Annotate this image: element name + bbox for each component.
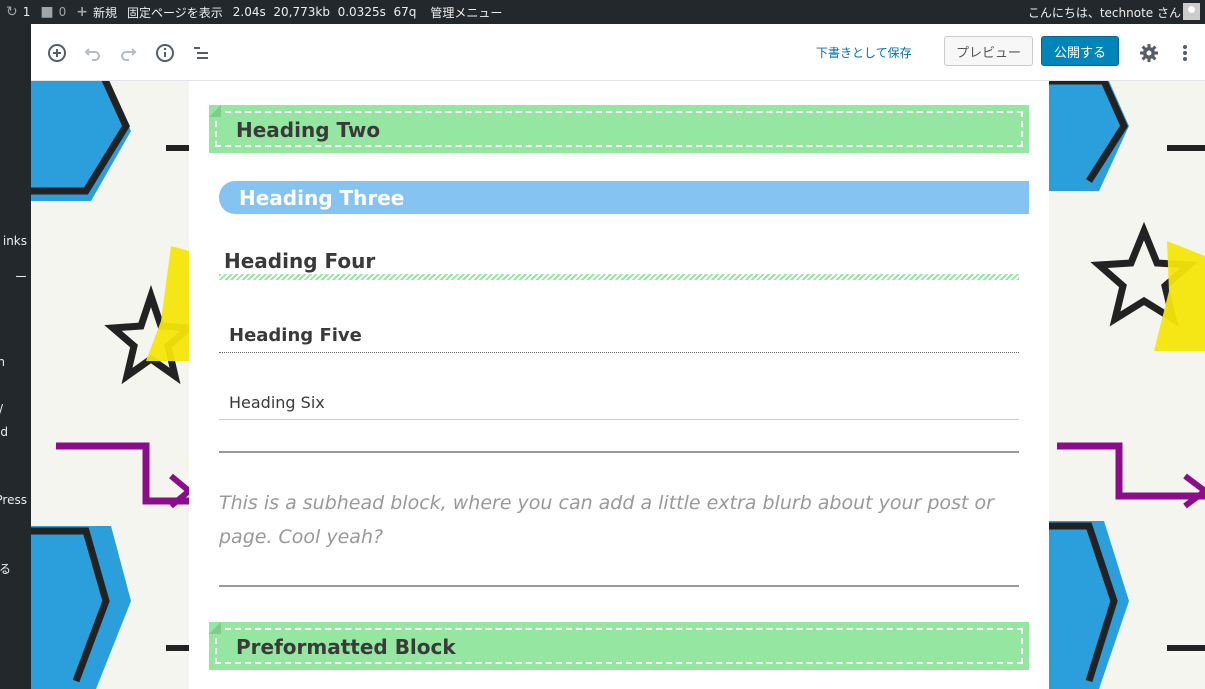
heading-five-block[interactable]: Heading Five <box>219 325 1019 353</box>
sidebar-fragment[interactable]: d <box>0 425 8 439</box>
comment-icon: ■ <box>40 4 54 20</box>
new-label: 新規 <box>92 5 117 20</box>
sidebar-fragment[interactable]: Press <box>0 493 27 507</box>
heading-six-block[interactable]: Heading Six <box>219 391 1019 420</box>
heading-three-text[interactable]: Heading Three <box>239 186 404 210</box>
preview-button[interactable]: プレビュー <box>944 36 1033 66</box>
my-account[interactable]: こんにちは、technote さん <box>1028 0 1181 24</box>
admin-sidebar: inks ー n / d Press る <box>0 24 31 689</box>
stat-query-time: 0.0325s <box>337 5 386 19</box>
outline-icon[interactable] <box>189 41 213 65</box>
publish-button[interactable]: 公開する <box>1041 36 1119 66</box>
heading-three-block[interactable]: Heading Three <box>219 181 1029 214</box>
updates-icon: ↻ <box>6 4 18 20</box>
stat-time: 2.04s <box>232 5 266 19</box>
heading-four-underline <box>219 274 1019 280</box>
separator[interactable] <box>219 585 1019 587</box>
preformatted-heading-block[interactable]: Preformatted Block <box>209 622 1029 670</box>
sidebar-fragment[interactable]: ー <box>15 268 27 285</box>
heading-two-block[interactable]: Heading Two <box>209 105 1029 153</box>
comments-count: 0 <box>58 5 67 19</box>
sidebar-fragment[interactable]: inks <box>3 234 27 248</box>
heading-two-text[interactable]: Heading Two <box>236 118 380 142</box>
debug-stats[interactable]: 2.04s 20,773kb 0.0325s 67q <box>233 5 417 19</box>
gear-icon[interactable] <box>1137 41 1161 65</box>
stat-query-count: 67q <box>393 5 417 19</box>
stat-memory: 20,773kb <box>273 5 330 19</box>
view-page-link[interactable]: 固定ページを表示 <box>127 4 223 21</box>
editor-header: 下書きとして保存 プレビュー 公開する <box>31 24 1205 81</box>
new-content-link[interactable]: + 新規 <box>76 4 117 21</box>
admin-bar: ↻ 1 ■ 0 + 新規 固定ページを表示 2.04s 20,773kb 0.0… <box>0 0 1205 24</box>
admin-menu-label: 管理メニュー <box>430 5 503 20</box>
sidebar-fragment[interactable]: n <box>0 355 5 369</box>
admin-menu-link[interactable]: 管理メニュー <box>430 4 502 21</box>
comments-link[interactable]: ■ 0 <box>40 4 66 20</box>
avatar[interactable] <box>1183 3 1200 20</box>
undo-icon[interactable] <box>81 41 105 65</box>
redo-icon[interactable] <box>116 41 140 65</box>
sidebar-fragment[interactable]: / <box>0 402 3 416</box>
editor-content: Heading Two Heading Three Heading Four H… <box>189 81 1049 689</box>
more-icon[interactable] <box>1173 41 1197 65</box>
heading-four-block[interactable]: Heading Four <box>219 249 1019 280</box>
sidebar-fragment[interactable]: る <box>0 560 11 577</box>
background-pattern-right <box>1049 81 1205 689</box>
info-icon[interactable] <box>153 41 177 65</box>
plus-icon: + <box>76 4 88 20</box>
add-block-icon[interactable] <box>45 41 69 65</box>
heading-four-text[interactable]: Heading Four <box>224 249 375 273</box>
heading-six-text[interactable]: Heading Six <box>229 393 325 412</box>
preformatted-heading-text[interactable]: Preformatted Block <box>236 635 456 659</box>
background-pattern-left <box>31 81 189 689</box>
view-page-label: 固定ページを表示 <box>127 5 223 20</box>
updates-link[interactable]: ↻ 1 <box>6 4 30 20</box>
subhead-block[interactable]: This is a subhead block, where you can a… <box>219 486 1019 554</box>
separator[interactable] <box>219 451 1019 453</box>
updates-count: 1 <box>22 5 31 19</box>
greeting: こんにちは、technote さん <box>1027 5 1181 20</box>
heading-five-text[interactable]: Heading Five <box>229 325 362 346</box>
save-draft-button[interactable]: 下書きとして保存 <box>816 44 912 61</box>
